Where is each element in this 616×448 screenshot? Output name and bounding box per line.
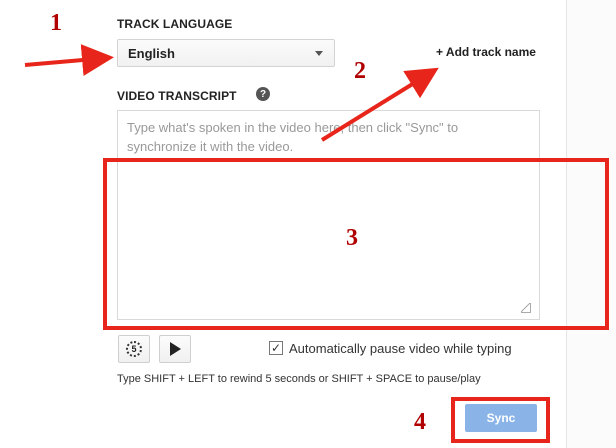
annotation-number-4: 4: [414, 409, 426, 435]
annotation-number-3: 3: [346, 225, 358, 251]
annotation-arrows: [24, 44, 439, 142]
annotation-number-2: 2: [354, 58, 366, 84]
arrow-1: [24, 44, 114, 77]
arrow-2: [320, 67, 439, 142]
annotation-number-1: 1: [50, 10, 62, 36]
